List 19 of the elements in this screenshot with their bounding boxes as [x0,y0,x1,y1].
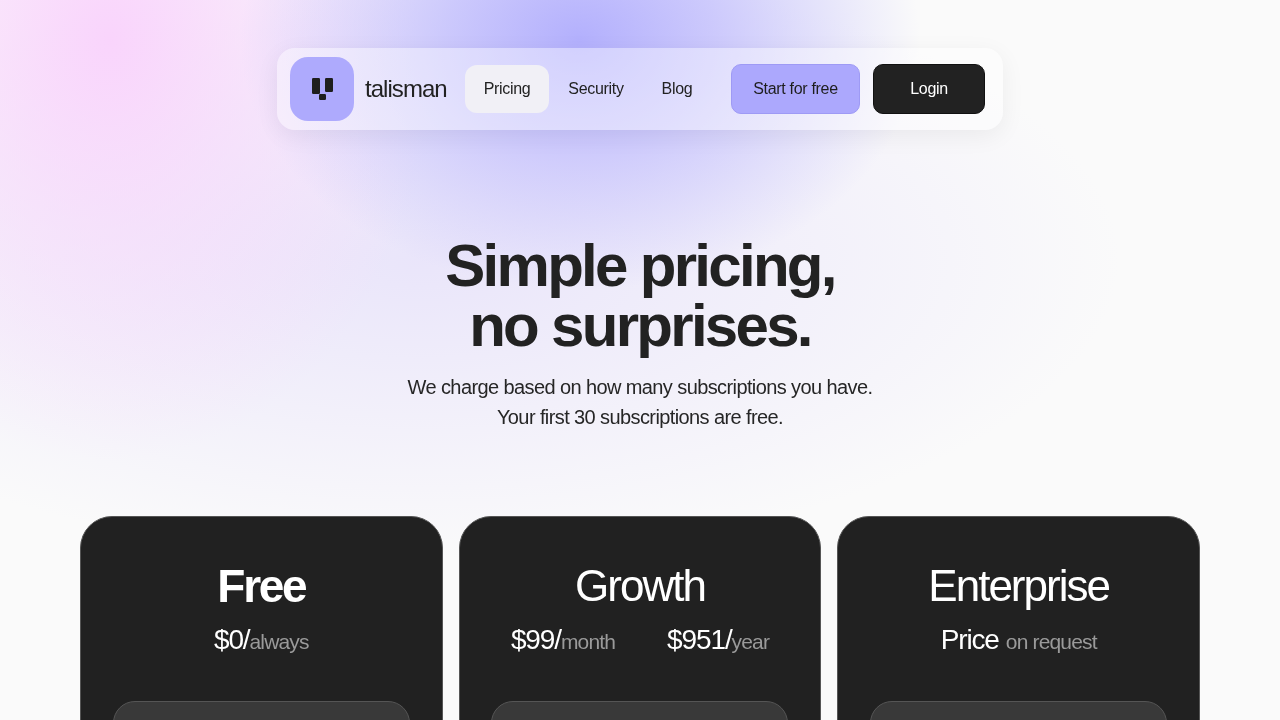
price-period: always [249,630,309,655]
nav-link[interactable]: Blog [642,65,712,113]
price-amount: $0/ [213,623,250,657]
login-button[interactable]: Login [873,64,985,114]
page-heading: Simple pricing, no surprises. [445,236,835,356]
plan-name: Growth [575,560,705,612]
page-subtitle: We charge based on how many subscriptions you have. Your first 30 subscriptions are free. [407,375,873,430]
logo-icon [311,78,333,100]
price-amount: $99/ [510,623,561,657]
price-amount: $951/ [667,623,732,657]
plan-name: Enterprise [928,560,1110,612]
nav-link[interactable]: Security [549,65,643,113]
price-amount: Price [940,623,999,657]
price-period: on request [1005,629,1097,655]
plan-name: Free [217,559,306,613]
logo-tile[interactable] [290,57,354,121]
start-button[interactable]: Start for free [731,64,860,114]
brand-name: talisman [365,74,447,104]
nav-link[interactable]: Pricing [464,65,550,113]
